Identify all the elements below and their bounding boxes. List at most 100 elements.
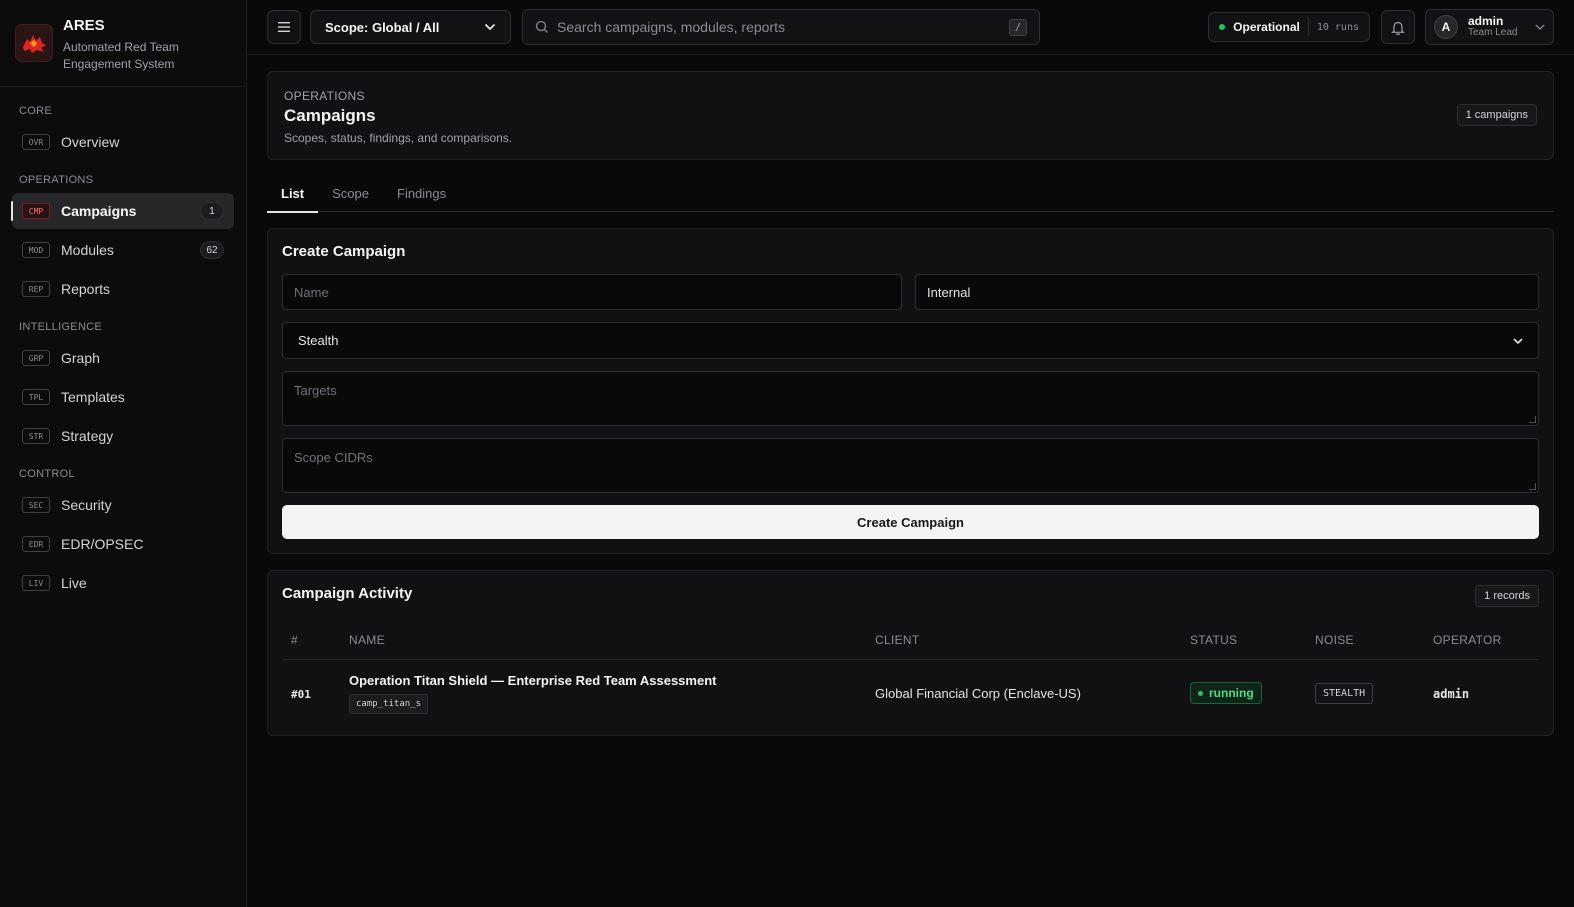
campaign-activity: Campaign Activity 1 records # NAME CLIEN… [267,570,1554,736]
status-badge-label: running [1209,686,1254,701]
notifications-button[interactable] [1381,10,1415,44]
name-input[interactable] [282,274,902,310]
reports-code-icon: REP [22,281,50,297]
page-description: Scopes, status, findings, and comparison… [284,131,513,145]
sidebar-item-label: Campaigns [61,203,137,219]
sidebar-item-overview[interactable]: OVR Overview [12,124,234,160]
chevron-down-icon [1535,24,1545,30]
main: Scope: Global / All Search campaigns, mo… [247,0,1574,907]
campaign-table: # NAME CLIENT STATUS NOISE OPERATOR #01 [282,621,1539,727]
tab-bar: List Scope Findings [267,179,1554,213]
bell-icon [1391,21,1405,35]
templates-code-icon: TPL [22,389,50,405]
campaign-slug: camp_titan_s [349,693,429,714]
records-count-badge: 1 records [1475,585,1539,607]
strategy-code-icon: STR [22,428,50,444]
activity-title: Campaign Activity [282,585,413,602]
tab-scope[interactable]: Scope [318,179,383,212]
page-eyebrow: OPERATIONS [284,89,365,103]
sidebar-item-label: Security [61,497,112,513]
topbar: Scope: Global / All Search campaigns, mo… [247,0,1574,55]
section-intelligence: INTELLIGENCE [19,321,103,333]
scope-select[interactable]: Scope: Global / All [310,10,511,44]
table-row[interactable]: #01 Operation Titan Shield — Enterprise … [282,659,1539,727]
sidebar-item-label: Graph [61,350,100,366]
sidebar-item-campaigns[interactable]: CMP Campaigns 1 [11,193,234,229]
scope-label: Scope: Global / All [325,19,440,35]
search-input[interactable]: Search campaigns, modules, reports [557,19,1009,35]
column-header-client[interactable]: CLIENT [866,621,1181,660]
sidebar-item-modules[interactable]: MOD Modules 62 [12,232,234,268]
section-core: CORE [19,105,52,117]
avatar: A [1434,15,1458,39]
create-campaign-button[interactable]: Create Campaign [282,505,1539,539]
column-header-operator[interactable]: OPERATOR [1424,621,1539,660]
sidebar-item-graph[interactable]: GRP Graph [12,340,234,376]
tab-list[interactable]: List [267,179,319,213]
scope-cidrs-textarea[interactable]: Scope CIDRs [282,438,1539,493]
sidebar: ARES Automated Red Team Engagement Syste… [0,0,247,907]
sidebar-item-live[interactable]: LIV Live [12,565,234,601]
overview-code-icon: OVR [22,134,50,150]
targets-textarea[interactable]: Targets [282,371,1539,426]
sidebar-item-label: Live [61,575,87,591]
noise-select-value: Stealth [298,333,339,348]
live-code-icon: LIV [22,575,50,591]
graph-code-icon: GRP [22,350,50,366]
client-input[interactable] [915,274,1539,310]
dragon-logo-icon [23,35,46,53]
column-header-name[interactable]: NAME [340,621,866,660]
search-bar[interactable]: Search campaigns, modules, reports / [522,9,1040,45]
targets-placeholder: Targets [294,383,337,398]
running-dot-icon [1198,690,1203,696]
sidebar-item-templates[interactable]: TPL Templates [12,379,234,415]
sidebar-item-label: Modules [61,242,114,258]
column-header-index: # [282,621,340,660]
hamburger-icon [278,22,290,32]
brand-name: ARES [63,17,105,34]
sidebar-item-security[interactable]: SEC Security [12,487,234,523]
user-role: Team Lead [1468,27,1518,38]
status-dot-icon [1219,24,1226,30]
content: OPERATIONS Campaigns Scopes, status, fin… [247,55,1574,736]
sidebar-item-label: Strategy [61,428,114,444]
user-menu[interactable]: A admin Team Lead [1425,9,1554,45]
section-operations: OPERATIONS [19,174,94,186]
tab-findings[interactable]: Findings [383,179,460,212]
noise-select[interactable]: Stealth [282,322,1539,359]
brand: ARES Automated Red Team Engagement Syste… [0,0,246,87]
search-icon [535,20,548,33]
chevron-down-icon [1513,337,1523,344]
cidrs-placeholder: Scope CIDRs [294,450,373,465]
brand-subtitle: Automated Red Team Engagement System [63,40,179,71]
row-id: #01 [291,687,311,701]
sidebar-nav: CORE OVR Overview OPERATIONS CMP Campaig… [0,87,246,618]
runs-count: 10 runs [1316,21,1359,33]
campaigns-code-icon: CMP [22,203,50,219]
security-code-icon: SEC [22,497,50,513]
page-title: Campaigns [284,106,376,125]
sidebar-item-reports[interactable]: REP Reports [12,271,234,307]
page-header: OPERATIONS Campaigns Scopes, status, fin… [267,71,1554,160]
column-header-noise[interactable]: NOISE [1306,621,1424,660]
campaign-client: Global Financial Corp (Enclave-US) [875,685,1081,701]
sidebar-item-label: Reports [61,281,111,297]
user-name: admin [1468,14,1504,28]
sidebar-item-strategy[interactable]: STR Strategy [12,418,234,454]
campaign-count-badge: 1 campaigns [1456,104,1537,126]
campaign-name[interactable]: Operation Titan Shield — Enterprise Red … [349,673,866,688]
app-root: ARES Automated Red Team Engagement Syste… [0,0,1574,907]
create-campaign-form: Create Campaign Stealth Targets Scope CI… [267,228,1554,554]
modules-count-badge: 62 [200,241,224,259]
system-status[interactable]: Operational 10 runs [1208,12,1370,42]
status-badge: running [1190,682,1262,705]
menu-button[interactable] [267,10,301,44]
status-label: Operational [1233,20,1300,34]
chevron-down-icon [484,23,496,31]
sidebar-item-edr-opsec[interactable]: EDR EDR/OPSEC [12,526,234,562]
noise-badge: STEALTH [1315,682,1374,704]
column-header-status[interactable]: STATUS [1181,621,1306,660]
sidebar-item-label: EDR/OPSEC [61,536,144,552]
edr-code-icon: EDR [22,536,50,552]
table-header-row: # NAME CLIENT STATUS NOISE OPERATOR [282,621,1539,660]
